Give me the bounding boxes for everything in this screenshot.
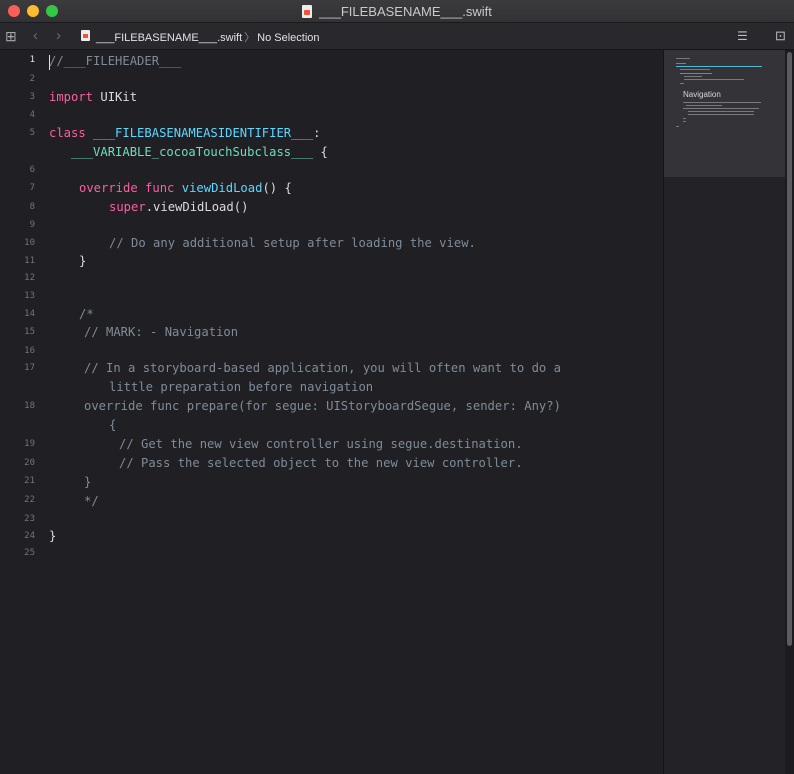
code-token: .viewDidLoad() <box>145 200 249 214</box>
superclass-token: ___VARIABLE_cocoaTouchSubclass___ <box>71 145 314 159</box>
scrollbar-thumb[interactable] <box>787 52 792 646</box>
code-line-21: } <box>84 475 92 489</box>
minimap-line <box>680 83 684 84</box>
line-number: 24 <box>24 531 35 541</box>
code-line-3: import UIKit <box>49 89 137 105</box>
code-line-20: // Pass the selected object to the new v… <box>119 456 523 470</box>
code-line-17-wrap: little preparation before navigation <box>109 380 374 394</box>
line-number: 23 <box>24 514 35 524</box>
minimap-mark-label: Navigation <box>683 90 721 99</box>
minimap-line <box>683 121 686 122</box>
code-token: UIKit <box>93 90 138 104</box>
line-number: 14 <box>24 309 35 319</box>
line-number: 16 <box>24 346 35 356</box>
swift-file-icon <box>302 4 313 18</box>
breadcrumb-file[interactable]: ___FILEBASENAME___.swift <box>96 32 242 44</box>
chevron-right-icon[interactable]: › <box>56 27 61 45</box>
minimap-line <box>676 126 679 127</box>
code-token: : <box>313 126 321 140</box>
line-number: 8 <box>29 202 35 212</box>
code-token: { <box>313 145 328 159</box>
minimap-line <box>680 73 712 74</box>
line-number: 1 <box>29 55 35 65</box>
minimap-line <box>688 114 754 115</box>
xcode-window: ___FILEBASENAME___.swift ⊞ ‹ › ___FILEBA… <box>0 0 794 774</box>
line-number: 4 <box>29 110 35 120</box>
line-number: 2 <box>29 74 35 84</box>
split-editor-icon[interactable]: ⊡ <box>775 28 786 44</box>
breadcrumb: ___FILEBASENAME___.swift 〉 No Selection <box>96 29 320 45</box>
code-line-7: override func viewDidLoad() { <box>79 180 292 196</box>
line-number: 19 <box>24 439 35 449</box>
line-number-gutter: 1 2 3 4 5 6 7 8 9 10 11 12 13 14 15 16 1… <box>0 50 42 774</box>
minimap-line <box>676 58 690 59</box>
function-name-token: viewDidLoad <box>181 181 263 195</box>
minimap-line <box>684 76 702 77</box>
line-number: 3 <box>29 92 35 102</box>
line-number: 11 <box>24 256 35 266</box>
code-line-11: } <box>79 254 87 268</box>
minimap-line <box>683 108 759 109</box>
line-number: 5 <box>29 128 35 138</box>
minimap-line <box>688 111 754 112</box>
minimap-line <box>680 69 710 70</box>
minimap-line <box>676 66 762 67</box>
code-line-14: /* <box>79 307 94 321</box>
minimap-visible-region[interactable]: Navigation <box>664 50 785 177</box>
minimap-line <box>683 102 761 103</box>
minimap-line <box>684 79 744 80</box>
code-line-15: // MARK: - Navigation <box>84 325 239 339</box>
chevron-left-icon[interactable]: ‹ <box>33 27 38 45</box>
code-line-1: //___FILEHEADER___ <box>49 54 182 68</box>
minimap[interactable]: Navigation <box>663 50 785 774</box>
code-line-5-wrap: ___VARIABLE_cocoaTouchSubclass___ { <box>49 144 328 160</box>
code-line-17: // In a storyboard-based application, yo… <box>84 361 561 375</box>
code-line-22: */ <box>84 494 99 508</box>
code-line-10: // Do any additional setup after loading… <box>109 236 476 250</box>
line-number: 12 <box>24 273 35 283</box>
keyword-token: super <box>109 200 146 214</box>
code-line-24: } <box>49 529 57 543</box>
line-number: 13 <box>24 291 35 301</box>
class-name-token: ___FILEBASENAMEASIDENTIFIER___ <box>93 126 314 140</box>
code-line-19: // Get the new view controller using seg… <box>119 437 523 451</box>
code-line-18-wrap: { <box>109 418 117 432</box>
line-number: 6 <box>29 165 35 175</box>
keyword-token: override func <box>79 181 175 195</box>
title-bar: ___FILEBASENAME___.swift <box>0 0 794 23</box>
line-number: 20 <box>24 458 35 468</box>
editor-options-icon[interactable]: ☰ <box>737 29 748 43</box>
line-number: 10 <box>24 238 35 248</box>
code-text[interactable]: //___FILEHEADER___ import UIKit class __… <box>49 50 663 774</box>
line-number: 15 <box>24 327 35 337</box>
window-title: ___FILEBASENAME___.swift <box>319 3 492 19</box>
minimap-line <box>676 63 686 64</box>
code-editor[interactable]: 1 2 3 4 5 6 7 8 9 10 11 12 13 14 15 16 1… <box>0 50 663 774</box>
window-title-group: ___FILEBASENAME___.swift <box>0 0 794 22</box>
code-line-5: class ___FILEBASENAMEASIDENTIFIER___: <box>49 125 321 141</box>
code-line-18: override func prepare(for segue: UIStory… <box>84 399 561 413</box>
line-number: 22 <box>24 495 35 505</box>
grid-icon[interactable]: ⊞ <box>5 27 17 45</box>
line-number: 21 <box>24 476 35 486</box>
swift-file-icon <box>81 30 90 41</box>
line-number: 25 <box>24 548 35 558</box>
minimap-line <box>686 105 722 106</box>
minimap-line <box>683 118 686 119</box>
code-token: () { <box>262 181 292 195</box>
breadcrumb-separator: 〉 <box>244 32 256 44</box>
vertical-scrollbar[interactable] <box>785 50 794 774</box>
breadcrumb-selection[interactable]: No Selection <box>257 32 319 44</box>
line-number: 18 <box>24 401 35 411</box>
keyword-token: import <box>49 90 94 104</box>
code-line-8: super.viewDidLoad() <box>109 199 248 215</box>
jump-bar: ⊞ ‹ › ___FILEBASENAME___.swift 〉 No Select… <box>0 23 794 50</box>
line-number: 7 <box>29 183 35 193</box>
line-number: 9 <box>29 220 35 230</box>
line-number: 17 <box>24 363 35 373</box>
keyword-token: class <box>49 126 86 140</box>
